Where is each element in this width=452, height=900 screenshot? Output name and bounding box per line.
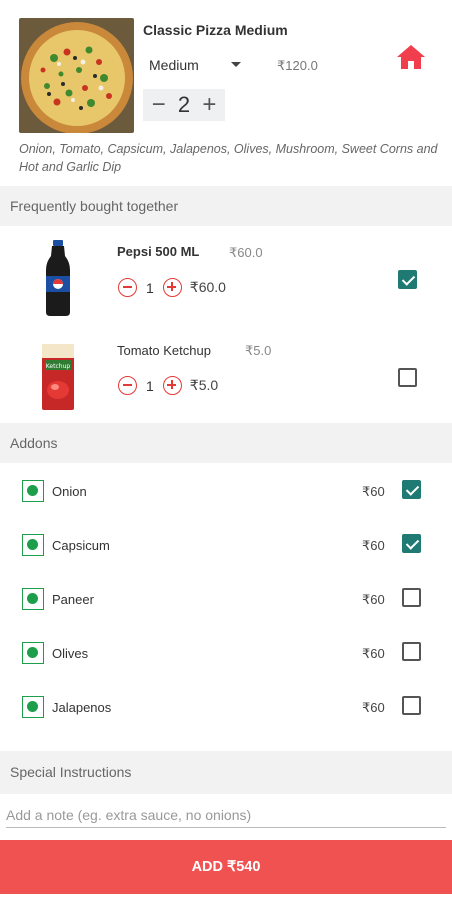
product-header: Classic Pizza Medium Medium ₹120.0 − 2 +… xyxy=(0,0,452,186)
addon-price: ₹60 xyxy=(362,700,385,715)
special-instructions-input[interactable] xyxy=(6,802,446,828)
addon-checkbox-jalapenos[interactable] xyxy=(402,696,421,715)
fbt-item-total: ₹5.0 xyxy=(189,377,219,393)
fbt-quantity-value: 1 xyxy=(146,279,154,296)
fbt-item-unit-price: ₹5.0 xyxy=(245,343,272,358)
frequently-bought-header: Frequently bought together xyxy=(0,186,452,226)
addon-checkbox-capsicum[interactable] xyxy=(402,534,421,553)
fbt-quantity-value: 1 xyxy=(146,377,154,394)
addon-row-olives: Olives ₹60 xyxy=(0,626,452,680)
addon-price: ₹60 xyxy=(362,538,385,553)
addon-price: ₹60 xyxy=(362,592,385,607)
veg-indicator-icon xyxy=(22,534,44,556)
increase-quantity-button[interactable]: + xyxy=(197,91,221,119)
addon-name: Paneer xyxy=(52,592,94,607)
fbt-item-pepsi: Pepsi 500 ML ₹60.0 1 ₹60.0 xyxy=(0,228,452,324)
addon-name: Capsicum xyxy=(52,538,110,553)
size-value: Medium xyxy=(149,57,199,73)
special-instructions-header: Special Instructions xyxy=(0,751,452,794)
pepsi-bottle-image xyxy=(40,238,76,323)
svg-text:Ketchup: Ketchup xyxy=(46,363,71,370)
fbt-item-name: Pepsi 500 ML xyxy=(117,244,200,259)
addon-row-onion: Onion ₹60 xyxy=(0,464,452,518)
addon-name: Onion xyxy=(52,484,87,499)
fbt-quantity-stepper: 1 ₹5.0 xyxy=(118,376,218,395)
quantity-value: 2 xyxy=(177,92,191,117)
ketchup-sachet-image: Ketchup xyxy=(40,342,76,417)
addon-price: ₹60 xyxy=(362,484,385,499)
fbt-item-unit-price: ₹60.0 xyxy=(229,245,263,260)
fbt-checkbox-pepsi[interactable] xyxy=(398,270,417,289)
veg-indicator-icon xyxy=(22,642,44,664)
fbt-quantity-stepper: 1 ₹60.0 xyxy=(118,278,226,297)
fbt-item-ketchup: Ketchup Tomato Ketchup ₹5.0 1 ₹5.0 xyxy=(0,326,452,422)
product-price: ₹120.0 xyxy=(277,58,318,73)
toppings-description: Onion, Tomato, Capsicum, Jalapenos, Oliv… xyxy=(19,142,438,174)
addon-price: ₹60 xyxy=(362,646,385,661)
add-to-cart-button[interactable]: ADD ₹540 xyxy=(0,840,452,894)
quantity-stepper: − 2 + xyxy=(143,89,225,121)
addon-name: Jalapenos xyxy=(52,700,112,715)
size-dropdown[interactable]: Medium xyxy=(149,57,241,75)
addon-name: Olives xyxy=(52,646,89,661)
chevron-down-icon xyxy=(231,62,241,67)
product-name: Classic Pizza Medium xyxy=(143,22,288,38)
addon-checkbox-olives[interactable] xyxy=(402,642,421,661)
fbt-item-total: ₹60.0 xyxy=(189,279,226,295)
addon-row-capsicum: Capsicum ₹60 xyxy=(0,518,452,572)
veg-indicator-icon xyxy=(22,480,44,502)
minus-circle-icon[interactable] xyxy=(118,376,137,395)
addon-checkbox-paneer[interactable] xyxy=(402,588,421,607)
note-container xyxy=(0,794,452,834)
minus-circle-icon[interactable] xyxy=(118,278,137,297)
decrease-quantity-button[interactable]: − xyxy=(147,91,171,119)
veg-indicator-icon xyxy=(22,588,44,610)
pizza-image xyxy=(19,18,134,133)
addon-checkbox-onion[interactable] xyxy=(402,480,421,499)
addon-row-paneer: Paneer ₹60 xyxy=(0,572,452,626)
veg-indicator-icon xyxy=(22,696,44,718)
fbt-item-name: Tomato Ketchup xyxy=(117,343,211,358)
plus-circle-icon[interactable] xyxy=(162,278,182,297)
addon-row-jalapenos: Jalapenos ₹60 xyxy=(0,680,452,734)
fbt-checkbox-ketchup[interactable] xyxy=(398,368,417,387)
addons-header: Addons xyxy=(0,423,452,463)
home-icon[interactable] xyxy=(396,44,426,70)
plus-circle-icon[interactable] xyxy=(162,376,182,395)
